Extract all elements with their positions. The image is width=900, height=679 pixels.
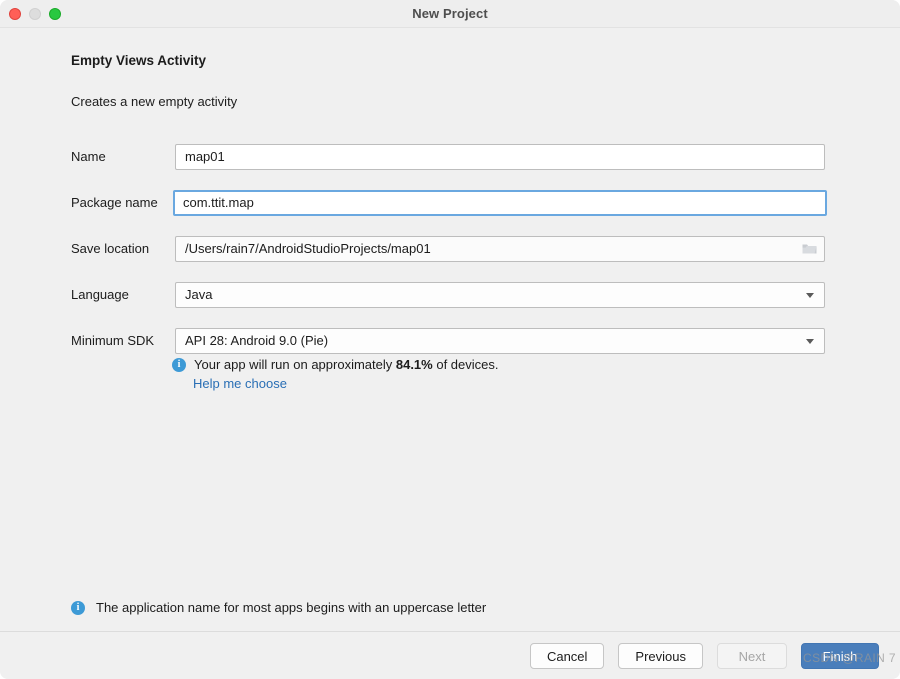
window-titlebar: New Project: [0, 0, 900, 28]
info-icon: i: [172, 358, 186, 372]
form-row-package-name: Package name com.ttit.map: [0, 190, 900, 216]
new-project-dialog: New Project Empty Views Activity Creates…: [0, 0, 900, 679]
finish-button[interactable]: Finish: [801, 643, 879, 669]
cancel-button[interactable]: Cancel: [529, 643, 605, 669]
form-row-save-location: Save location /Users/rain7/AndroidStudio…: [0, 236, 900, 262]
folder-browse-icon[interactable]: [794, 237, 824, 261]
form-row-name: Name map01: [0, 144, 900, 170]
name-input[interactable]: map01: [175, 144, 825, 170]
next-button: Next: [717, 643, 787, 669]
minimum-sdk-wrap: API 28: Android 9.0 (Pie): [175, 328, 825, 354]
chevron-down-icon[interactable]: [797, 329, 823, 353]
window-title: New Project: [412, 6, 488, 21]
save-location-input[interactable]: /Users/rain7/AndroidStudioProjects/map01: [175, 236, 825, 262]
footer-button-group: Cancel Previous Next Finish: [529, 643, 879, 669]
label-save-location: Save location: [71, 241, 150, 256]
sdk-coverage-percent: 84.1%: [395, 357, 433, 372]
template-description: Creates a new empty activity: [71, 94, 238, 109]
label-minimum-sdk: Minimum SDK: [71, 333, 155, 348]
info-icon: i: [71, 601, 85, 615]
form-row-minimum-sdk: Minimum SDK API 28: Android 9.0 (Pie): [0, 328, 900, 354]
language-wrap: Java: [175, 282, 825, 308]
chevron-down-icon[interactable]: [797, 283, 823, 307]
template-title: Empty Views Activity: [71, 53, 207, 68]
sdk-coverage-info: i Your app will run on approximately 84.…: [172, 357, 499, 373]
sdk-info-suffix: of devices.: [432, 357, 499, 372]
language-select[interactable]: Java: [175, 282, 825, 308]
sdk-info-prefix: Your app will run on approximately: [194, 357, 396, 372]
previous-button[interactable]: Previous: [618, 643, 703, 669]
minimum-sdk-select[interactable]: API 28: Android 9.0 (Pie): [175, 328, 825, 354]
form-row-language: Language Java: [0, 282, 900, 308]
sdk-coverage-text: Your app will run on approximately 84.1%…: [194, 357, 499, 373]
validation-notice: i The application name for most apps beg…: [71, 600, 486, 615]
package-name-input[interactable]: com.ttit.map: [173, 190, 827, 216]
save-location-wrap: /Users/rain7/AndroidStudioProjects/map01: [175, 236, 825, 262]
dialog-footer: Cancel Previous Next Finish: [0, 631, 900, 679]
dialog-body: Empty Views Activity Creates a new empty…: [0, 28, 900, 631]
label-language: Language: [71, 287, 129, 302]
help-me-choose-link[interactable]: Help me choose: [193, 376, 287, 391]
validation-notice-text: The application name for most apps begin…: [96, 600, 487, 615]
label-package-name: Package name: [71, 195, 158, 210]
label-name: Name: [71, 149, 106, 164]
